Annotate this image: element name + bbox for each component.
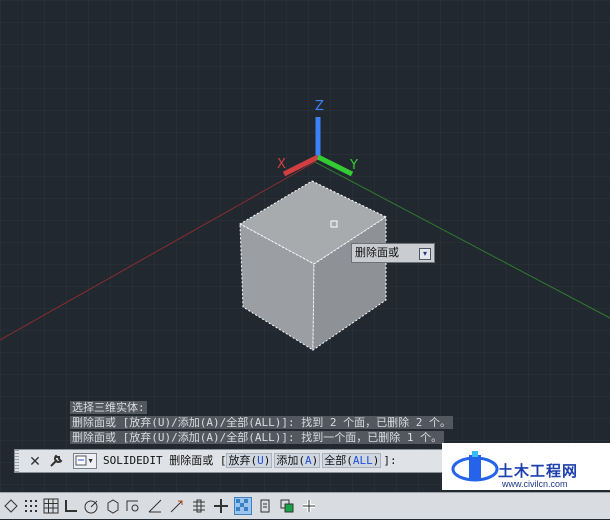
recent-commands-button[interactable]: ▼ [73, 453, 97, 469]
ortho-mode-icon[interactable] [62, 497, 80, 515]
object-snap-tracking-icon[interactable] [124, 497, 142, 515]
model-space-icon[interactable] [2, 497, 20, 515]
dynamic-input-tooltip: 删除面或 ▾ [351, 243, 435, 263]
dynamic-input-icon[interactable] [212, 497, 230, 515]
option-add[interactable]: 添加(A) [274, 453, 321, 468]
customize-wrench-icon[interactable] [47, 452, 65, 470]
watermark-logo: 土木工程网 www.civilcn.com [442, 443, 610, 490]
bracket-close: ]: [383, 454, 397, 467]
command-input[interactable]: SOLIDEDIT 删除面或 [放弃(U) 添加(A) 全部(ALL)]: [103, 450, 397, 472]
history-line: 删除面或 [放弃(U)/添加(A)/全部(ALL)]: 找到 2 个面，已删除 … [70, 416, 453, 429]
tooltip-options-button[interactable]: ▾ [419, 248, 431, 260]
command-text: SOLIDEDIT 删除面或 [103, 454, 214, 467]
transparency-icon[interactable] [234, 497, 252, 515]
selection-cycling-icon[interactable] [278, 497, 296, 515]
status-bar [0, 492, 610, 519]
command-history: 选择三维实体: 删除面或 [放弃(U)/添加(A)/全部(ALL)]: 找到 2… [70, 400, 530, 445]
watermark-emblem-icon [451, 451, 499, 482]
polar-tracking-icon[interactable] [82, 497, 100, 515]
option-all[interactable]: 全部(ALL) [322, 453, 382, 468]
dynamic-ucs-icon[interactable] [168, 497, 186, 515]
quick-properties-icon[interactable] [256, 497, 274, 515]
snap-mode-icon[interactable] [22, 497, 40, 515]
chevron-down-icon: ▼ [87, 458, 94, 465]
isometric-drafting-icon[interactable] [104, 497, 122, 515]
lineweight-icon[interactable] [190, 497, 208, 515]
watermark-url: www.civilcn.com [502, 479, 568, 489]
option-undo[interactable]: 放弃(U) [226, 453, 273, 468]
object-snap-icon[interactable] [146, 497, 164, 515]
command-line-grip[interactable] [15, 450, 19, 472]
ucs-y-label: Y [349, 158, 358, 173]
watermark-title: 土木工程网 [498, 462, 579, 480]
grid-display-icon[interactable] [42, 497, 60, 515]
history-line: 选择三维实体: [70, 401, 147, 414]
ucs-x-label: X [277, 157, 286, 172]
ucs-z-label: Z [315, 99, 324, 114]
close-icon[interactable]: ✕ [27, 451, 43, 471]
tooltip-text: 删除面或 [355, 246, 399, 259]
add-icon[interactable] [300, 497, 318, 515]
